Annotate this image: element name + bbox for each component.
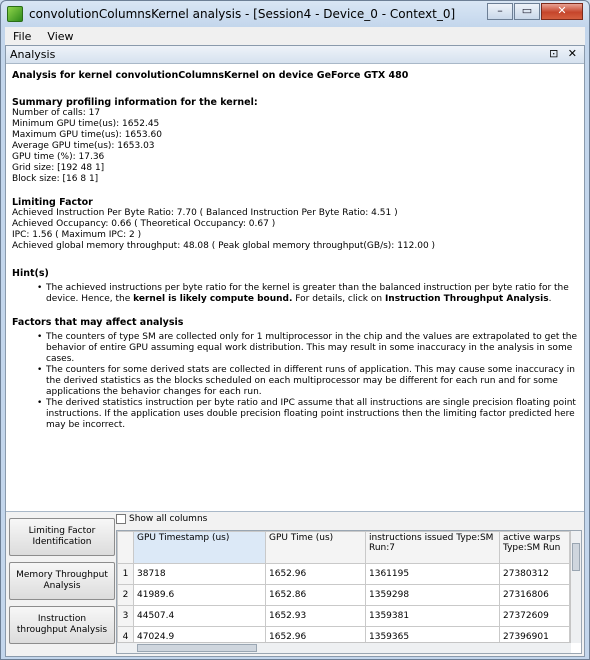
column-header[interactable]: instructions issued Type:SM Run:7 (365, 531, 500, 564)
table-cell: 41989.6 (133, 584, 266, 606)
column-header[interactable]: GPU Time (us) (265, 531, 366, 564)
column-header[interactable]: GPU Timestamp (us) (133, 531, 266, 564)
scroll-thumb[interactable] (572, 543, 580, 571)
table-cell: 27380312 (499, 563, 570, 585)
panel-title: Analysis (10, 48, 56, 61)
factors-title: Factors that may affect analysis (12, 317, 184, 328)
limiting-factor-button[interactable]: Limiting Factor Identification (9, 518, 115, 556)
analysis-heading: Analysis for kernel convolutionColumnsKe… (12, 70, 409, 81)
horizontal-scrollbar[interactable] (117, 642, 571, 653)
limiting-line: Achieved Instruction Per Byte Ratio: 7.7… (12, 208, 398, 218)
table-cell: 1359298 (365, 584, 500, 606)
row-number: 3 (117, 605, 134, 627)
limiting-line: Achieved global memory throughput: 48.08… (12, 241, 436, 251)
show-all-columns[interactable]: Show all columns (116, 514, 207, 524)
limiting-line: IPC: 1.56 ( Maximum IPC: 2 ) (12, 230, 142, 240)
summary-line: Maximum GPU time(us): 1653.60 (12, 130, 162, 140)
summary-line: Average GPU time(us): 1653.03 (12, 141, 155, 151)
hints-list: The achieved instructions per byte ratio… (37, 283, 578, 305)
table-cell: 44507.4 (133, 605, 266, 627)
instruction-throughput-button[interactable]: Instruction throughput Analysis (9, 606, 115, 644)
table-cell: 1652.93 (265, 605, 366, 627)
table-cell: 27372609 (499, 605, 570, 627)
bottom-pane: Limiting Factor Identification Memory Th… (6, 511, 584, 656)
menu-file[interactable]: File (5, 30, 39, 43)
panel-dock-close-icons[interactable]: ⊡ ✕ (549, 47, 580, 60)
table-cell: 1361195 (365, 563, 500, 585)
results-grid[interactable]: GPU Timestamp (us) GPU Time (us) instruc… (116, 530, 582, 654)
menu-bar: File View (5, 27, 585, 45)
summary-line: Number of calls: 17 (12, 108, 101, 118)
window-controls: – ▭ ✕ (487, 3, 583, 20)
limiting-line: Achieved Occupancy: 0.66 ( Theoretical O… (12, 219, 276, 229)
table-cell: 38718 (133, 563, 266, 585)
analysis-panel: Analysis ⊡ ✕ Analysis for kernel convolu… (5, 45, 585, 657)
app-icon (7, 6, 23, 22)
table-cell: 1359381 (365, 605, 500, 627)
window-title: convolutionColumnsKernel analysis - [Ses… (29, 7, 456, 21)
memory-throughput-button[interactable]: Memory Throughput Analysis (9, 562, 115, 600)
factor-item: The counters for some derived stats are … (37, 365, 578, 398)
app-window: convolutionColumnsKernel analysis - [Ses… (0, 0, 590, 660)
panel-header: Analysis ⊡ ✕ (6, 46, 584, 64)
summary-line: Minimum GPU time(us): 1652.45 (12, 119, 160, 129)
maximize-button[interactable]: ▭ (514, 3, 540, 20)
table-cell: 1652.86 (265, 584, 366, 606)
show-all-checkbox[interactable] (116, 514, 126, 524)
row-number: 1 (117, 563, 134, 585)
limiting-title: Limiting Factor (12, 197, 93, 208)
row-number-header (117, 531, 134, 564)
table-cell: 1652.96 (265, 563, 366, 585)
column-header[interactable]: active warps Type:SM Run (499, 531, 570, 564)
hint-item: The achieved instructions per byte ratio… (37, 283, 578, 305)
summary-line: GPU time (%): 17.36 (12, 152, 105, 162)
vertical-scrollbar[interactable] (570, 531, 581, 643)
results-table: GPU Timestamp (us) GPU Time (us) instruc… (117, 531, 570, 653)
hints-title: Hint(s) (12, 268, 49, 279)
instruction-throughput-link[interactable]: Instruction Throughput Analysis (385, 294, 549, 304)
factors-list: The counters of type SM are collected on… (37, 332, 578, 431)
table-cell: 27316806 (499, 584, 570, 606)
summary-line: Grid size: [192 48 1] (12, 163, 105, 173)
show-all-label: Show all columns (129, 514, 208, 524)
close-button[interactable]: ✕ (541, 3, 583, 20)
title-bar: convolutionColumnsKernel analysis - [Ses… (1, 1, 589, 27)
table-row[interactable]: 3 44507.4 1652.93 1359381 27372609 (117, 605, 570, 627)
analysis-text: Analysis for kernel convolutionColumnsKe… (6, 65, 584, 509)
minimize-button[interactable]: – (487, 3, 513, 20)
summary-title: Summary profiling information for the ke… (12, 97, 258, 108)
table-header-row: GPU Timestamp (us) GPU Time (us) instruc… (117, 531, 570, 564)
scroll-thumb[interactable] (137, 644, 257, 652)
table-row[interactable]: 1 38718 1652.96 1361195 27380312 (117, 563, 570, 585)
factor-item: The counters of type SM are collected on… (37, 332, 578, 365)
menu-view[interactable]: View (39, 30, 81, 43)
row-number: 2 (117, 584, 134, 606)
factor-item: The derived statistics instruction per b… (37, 398, 578, 431)
table-row[interactable]: 2 41989.6 1652.86 1359298 27316806 (117, 584, 570, 606)
summary-line: Block size: [16 8 1] (12, 174, 99, 184)
